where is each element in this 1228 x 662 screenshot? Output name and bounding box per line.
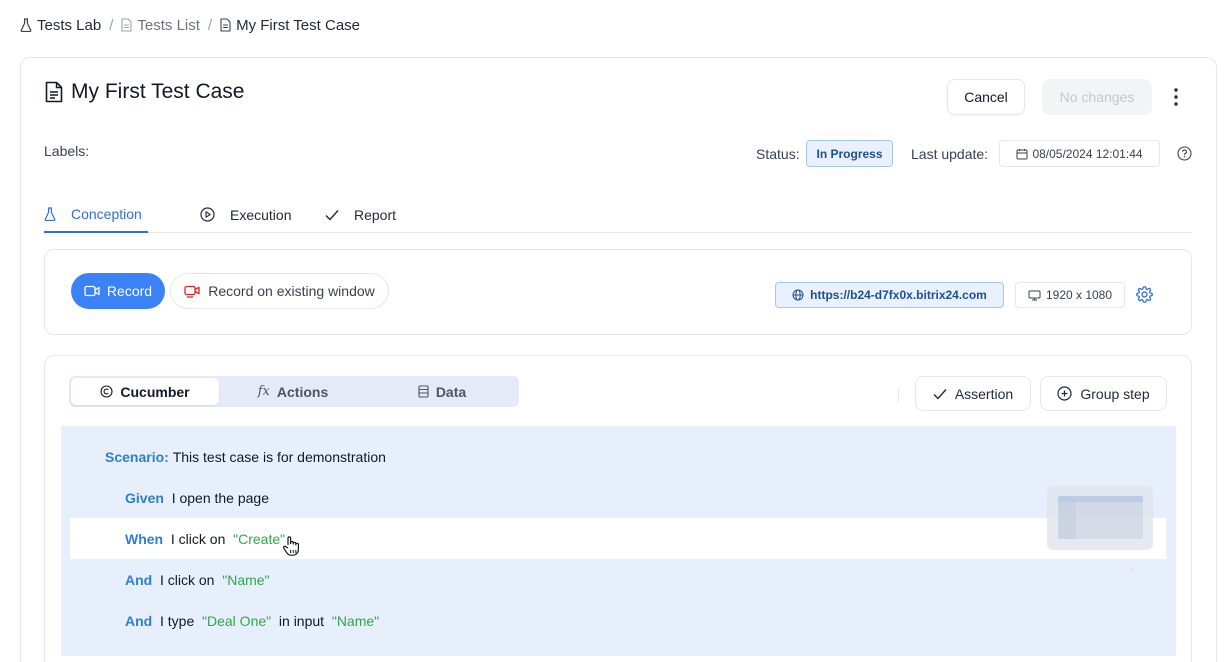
step-string: "Deal One" [202,613,272,629]
assertion-button[interactable]: Assertion [915,376,1031,411]
step-line[interactable]: And I type "Deal One" in input "Name" [125,611,379,631]
breadcrumb-separator: / [207,16,213,34]
breadcrumb-tests-list[interactable]: Tests List [121,17,200,34]
breadcrumb: Tests Lab / Tests List / My First Test C… [20,15,360,35]
step-keyword: When [125,531,164,547]
globe-icon [792,289,804,301]
step-screenshot-thumbnail[interactable] [1047,486,1153,550]
breadcrumb-separator: / [109,16,114,34]
tab-conception[interactable]: Conception [44,196,148,233]
step-line[interactable]: And I click on "Name" [125,570,270,590]
breadcrumb-tests-list-label: Tests List [137,16,200,34]
assertion-label: Assertion [954,385,1014,402]
last-update-text: 08/05/2024 12:01:44 [1032,146,1143,161]
status-badge[interactable]: In Progress [806,140,893,167]
step-text: in input [278,613,325,629]
resolution-text: 1920 x 1080 [1045,288,1113,302]
view-mode-switch: Cucumber fx Actions Data [69,376,519,407]
thumbnail-pointer [1128,566,1136,571]
toolbar-divider [898,388,899,402]
scenario-title: This test case is for demonstration [172,449,386,465]
step-line[interactable]: Given I open the page [125,488,269,508]
hand-cursor-icon [282,535,300,562]
mode-label: Data [435,383,467,400]
last-update-label: Last update: [911,146,989,162]
breadcrumb-tests-lab-label: Tests Lab [37,16,102,34]
mode-actions[interactable]: fx Actions [219,378,367,405]
tab-report[interactable]: Report [325,196,396,233]
help-icon[interactable] [1177,146,1192,161]
fx-icon: fx [257,384,270,399]
step-keyword: And [125,572,153,588]
step-string: "Name" [222,572,270,588]
tab-label: Report [354,206,397,223]
tab-label: Conception [71,205,142,222]
video-camera-icon [84,285,100,297]
step-string: "Name" [331,613,380,629]
scenario-keyword: Scenario: [105,449,169,465]
resolution[interactable]: 1920 x 1080 [1015,282,1125,308]
calendar-icon [1016,148,1028,160]
mode-label: Actions [276,383,329,400]
thumbnail-image [1058,496,1143,539]
step-text: I open the page [171,490,269,506]
step-text: I click on [160,572,215,588]
step-keyword: And [125,613,153,629]
page-title-text: My First Test Case [71,80,245,103]
document-icon [121,18,132,32]
tab-label: Execution [230,206,292,223]
thumbnail-sidebar [1058,502,1076,539]
group-step-label: Group step [1080,385,1150,402]
target-url-text: https://b24-d7fx0x.bitrix24.com [810,288,987,302]
flask-icon [20,18,32,32]
record-label: Record [106,283,153,299]
status-label: Status: [756,146,800,162]
mode-label: Cucumber [120,383,190,400]
save-button[interactable]: No changes [1042,79,1152,115]
flask-icon [44,206,56,221]
gear-icon[interactable] [1136,286,1153,303]
tab-execution[interactable]: Execution [200,196,291,233]
cucumber-icon [100,385,113,398]
mode-cucumber[interactable]: Cucumber [71,378,219,405]
document-icon [220,18,231,32]
more-options-icon[interactable] [1166,85,1186,109]
tab-bar: Conception Execution Report [44,196,1192,233]
target-url[interactable]: https://b24-d7fx0x.bitrix24.com [775,282,1004,308]
monitor-icon [1028,290,1041,301]
last-update-value: 08/05/2024 12:01:44 [999,140,1160,167]
table-icon [418,385,429,398]
video-window-icon [184,285,200,298]
step-string: "Create" [233,531,286,547]
breadcrumb-current-label: My First Test Case [236,16,361,34]
record-button[interactable]: Record [71,273,165,309]
scenario-line[interactable]: Scenario: This test case is for demonstr… [105,447,386,467]
cancel-button[interactable]: Cancel [947,79,1025,115]
breadcrumb-tests-lab[interactable]: Tests Lab [20,17,101,34]
record-existing-label: Record on existing window [208,283,375,299]
mode-data[interactable]: Data [367,378,517,405]
page-title: My First Test Case [45,78,244,106]
document-icon [45,81,63,103]
group-step-button[interactable]: Group step [1040,376,1167,411]
check-icon [933,388,947,400]
step-text: I click on [170,531,226,547]
step-text: I type [160,613,195,629]
step-line[interactable]: When I click on "Create" [125,529,285,549]
record-existing-window-button[interactable]: Record on existing window [170,273,389,309]
step-keyword: Given [125,490,164,506]
breadcrumb-current: My First Test Case [220,17,360,34]
labels-label: Labels: [44,143,90,159]
check-icon [325,209,339,221]
play-circle-icon [200,207,215,222]
plus-circle-icon [1057,386,1072,401]
